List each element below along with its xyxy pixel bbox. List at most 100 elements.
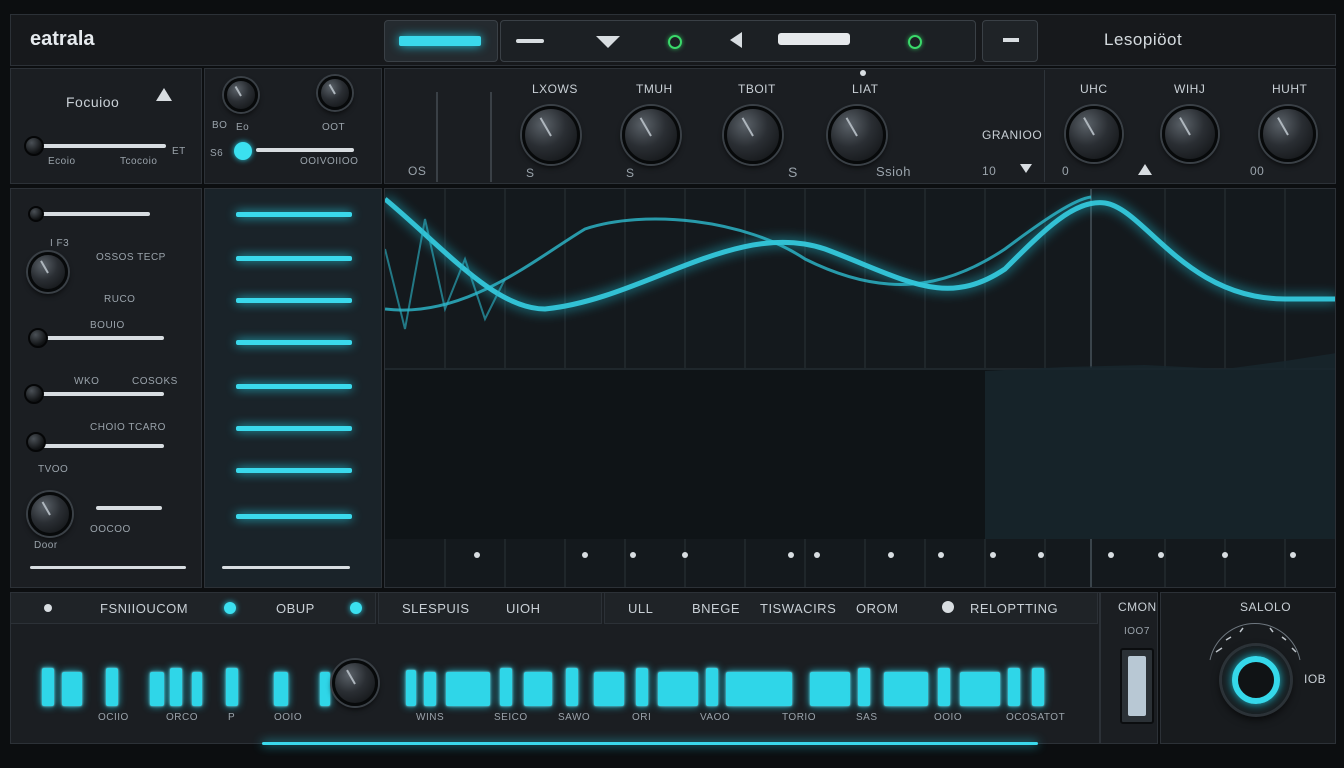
- env-knob-1[interactable]: [28, 252, 68, 292]
- env-slider-1-track[interactable]: [40, 212, 150, 216]
- seq-cdot[interactable]: [350, 602, 362, 614]
- step-bar[interactable]: [446, 672, 490, 706]
- step-bar[interactable]: [726, 672, 792, 706]
- fader-cap: [1128, 656, 1146, 716]
- master-knob[interactable]: [1222, 646, 1290, 714]
- right-value-10: 10: [982, 164, 997, 178]
- seq-knob[interactable]: [332, 660, 378, 706]
- level-bar-2[interactable]: [236, 256, 352, 261]
- step-bar[interactable]: [424, 672, 436, 706]
- env-slider-2-track[interactable]: [40, 336, 164, 340]
- env-label-cosoks: COSOKS: [132, 376, 178, 387]
- env-slider-3-track[interactable]: [40, 392, 164, 396]
- step-bar[interactable]: [636, 668, 648, 706]
- mod-knob-2[interactable]: [318, 76, 352, 110]
- level-bar-1[interactable]: [236, 212, 352, 217]
- knob-label-1: LXOWS: [532, 82, 578, 96]
- level-bar-8[interactable]: [236, 514, 352, 519]
- triangle-up-icon[interactable]: [156, 88, 172, 101]
- display-button[interactable]: [384, 20, 498, 62]
- level-bar-6[interactable]: [236, 426, 352, 431]
- level-bar-7[interactable]: [236, 468, 352, 473]
- level-bar-3[interactable]: [236, 298, 352, 303]
- right-group-label: GRANIOO: [982, 128, 1043, 142]
- env-label-bouio: BOUIO: [90, 320, 125, 331]
- right-knob-label-3: HUHT: [1272, 82, 1308, 96]
- step-label: OOIO: [274, 712, 303, 723]
- step-bar[interactable]: [566, 668, 578, 706]
- env-slider-5-track[interactable]: [96, 506, 162, 510]
- knob-row-label-os: OS: [408, 164, 427, 178]
- seq-group-3-label-3: TISWACIRS: [760, 601, 837, 616]
- menu-button[interactable]: [982, 20, 1038, 62]
- step-bar[interactable]: [960, 672, 1000, 706]
- step-bar[interactable]: [810, 672, 850, 706]
- step-bar[interactable]: [938, 668, 950, 706]
- led-icon[interactable]: [908, 35, 922, 49]
- env-slider-4-handle[interactable]: [26, 432, 46, 452]
- step-bar[interactable]: [150, 672, 164, 706]
- dot-icon: [860, 70, 866, 76]
- display-indicator: [399, 36, 481, 46]
- minus-icon[interactable]: [516, 39, 544, 43]
- step-bar[interactable]: [170, 668, 182, 706]
- filter-slider-handle[interactable]: [24, 136, 44, 156]
- seq-group-1: [10, 592, 376, 624]
- triangle-down-icon[interactable]: [596, 36, 620, 48]
- knob-bottom-label-2: S: [626, 166, 635, 180]
- env-knob-2[interactable]: [28, 492, 72, 536]
- seq-group-1-label-2: OBUP: [276, 601, 315, 616]
- filter-slider-track[interactable]: [34, 144, 166, 148]
- knob-4[interactable]: [828, 106, 886, 164]
- right-knob-1[interactable]: [1066, 106, 1122, 162]
- seq-dot[interactable]: [44, 604, 52, 612]
- step-bar[interactable]: [42, 668, 54, 706]
- play-left-icon[interactable]: [730, 32, 742, 48]
- mod-knob-1[interactable]: [224, 78, 258, 112]
- mod-slider-dot[interactable]: [234, 142, 252, 160]
- level-bar-4[interactable]: [236, 340, 352, 345]
- step-bar[interactable]: [406, 670, 416, 706]
- step-bar[interactable]: [658, 672, 698, 706]
- right-knob-2[interactable]: [1162, 106, 1218, 162]
- env-slider-3-handle[interactable]: [24, 384, 44, 404]
- knob-3[interactable]: [724, 106, 782, 164]
- triangle-up-icon[interactable]: [1138, 164, 1152, 175]
- env-slider-4-track[interactable]: [40, 444, 164, 448]
- level-bar-5[interactable]: [236, 384, 352, 389]
- step-bar[interactable]: [500, 668, 512, 706]
- step-bar[interactable]: [1008, 668, 1020, 706]
- fader-handle[interactable]: [1120, 648, 1154, 724]
- step-bar[interactable]: [106, 668, 118, 706]
- step-bar[interactable]: [858, 668, 870, 706]
- step-bar[interactable]: [1032, 668, 1044, 706]
- env-slider-1-handle[interactable]: [28, 206, 44, 222]
- step-bar[interactable]: [706, 668, 718, 706]
- step-bar[interactable]: [884, 672, 928, 706]
- record-icon[interactable]: [942, 601, 954, 613]
- divider: [436, 92, 438, 182]
- waveform-display[interactable]: [384, 188, 1336, 588]
- step-bar[interactable]: [320, 672, 330, 706]
- right-knob-label-2: WIHJ: [1174, 82, 1206, 96]
- step-bar[interactable]: [62, 672, 82, 706]
- level-footer-line: [222, 566, 350, 569]
- fader-group-label: CMON: [1118, 600, 1157, 614]
- seq-group-1-label: FSNIIOUCOM: [100, 601, 189, 616]
- mod-slider-track[interactable]: [256, 148, 354, 152]
- knob-1[interactable]: [522, 106, 580, 164]
- led-icon[interactable]: [668, 35, 682, 49]
- chevron-down-icon[interactable]: [1020, 164, 1032, 173]
- step-bar[interactable]: [192, 672, 202, 706]
- step-bar[interactable]: [594, 672, 624, 706]
- seq-cdot[interactable]: [224, 602, 236, 614]
- step-bar[interactable]: [274, 672, 288, 706]
- progress-bar[interactable]: [778, 33, 850, 45]
- filter-label-et: ET: [172, 146, 186, 157]
- step-bar[interactable]: [226, 668, 238, 706]
- right-knob-3[interactable]: [1260, 106, 1316, 162]
- knob-2[interactable]: [622, 106, 680, 164]
- env-slider-2-handle[interactable]: [28, 328, 48, 348]
- step-bar[interactable]: [524, 672, 552, 706]
- env-label-choio: CHOIO TCARO: [90, 422, 166, 433]
